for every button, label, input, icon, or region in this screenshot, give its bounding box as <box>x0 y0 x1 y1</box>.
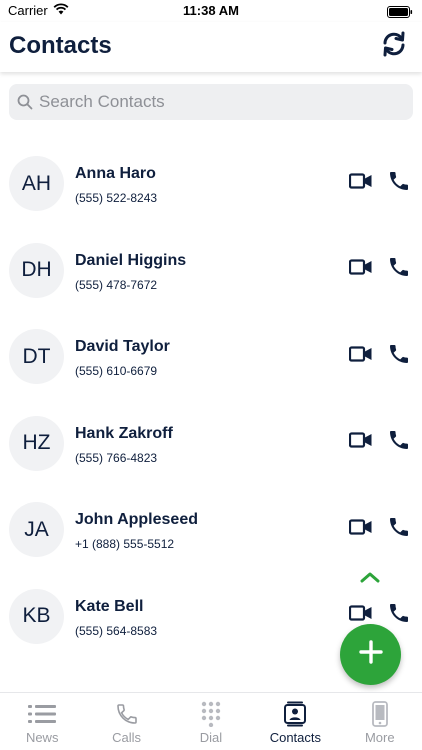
video-icon <box>348 605 373 626</box>
phone-icon <box>387 601 411 630</box>
contact-name: Anna Haro <box>75 165 156 182</box>
tab-label: More <box>364 730 395 745</box>
contact-name: David Taylor <box>75 338 170 355</box>
tab-label: Contacts <box>269 730 322 745</box>
contact-row[interactable]: DH Daniel Higgins (555) 478-7672 <box>0 227 422 314</box>
add-contact-button[interactable] <box>340 624 401 685</box>
video-call-button[interactable] <box>348 259 374 280</box>
tab-more[interactable]: More <box>338 693 422 750</box>
phone-icon <box>115 701 139 727</box>
dialpad-icon <box>201 701 221 727</box>
avatar: DT <box>9 329 64 384</box>
tab-bar: News Calls Dial Contacts More <box>0 692 422 750</box>
tab-contacts[interactable]: Contacts <box>253 693 337 750</box>
status-time: 11:38 AM <box>183 3 239 18</box>
device-icon <box>371 701 388 727</box>
page-title: Contacts <box>9 32 112 59</box>
contact-row[interactable]: JA John Appleseed +1 (888) 555-5512 <box>0 486 422 573</box>
header: Contacts <box>0 22 422 72</box>
news-icon <box>27 701 57 727</box>
video-call-button[interactable] <box>348 518 374 540</box>
avatar: HZ <box>9 415 64 471</box>
avatar: AH <box>9 156 64 211</box>
tab-label: News <box>25 730 59 745</box>
voice-call-button[interactable] <box>386 344 412 368</box>
contact-phone: (555) 564-8583 <box>75 623 158 638</box>
contact-phone: (555) 766-4823 <box>75 450 158 465</box>
contact-name: Daniel Higgins <box>75 251 187 269</box>
tab-news[interactable]: News <box>0 693 84 750</box>
phone-icon <box>387 515 411 544</box>
search-icon <box>17 94 33 110</box>
contacts-icon <box>284 701 307 727</box>
voice-call-button[interactable] <box>386 604 412 628</box>
voice-call-button[interactable] <box>386 258 412 282</box>
contact-row[interactable]: DT David Taylor (555) 610-6679 <box>0 313 422 400</box>
contact-phone: (555) 522-8243 <box>75 191 158 205</box>
video-icon <box>348 518 373 540</box>
chevron-up-icon <box>359 570 381 589</box>
video-icon <box>348 345 373 367</box>
phone-icon <box>387 255 411 284</box>
video-icon <box>348 432 373 453</box>
contact-name: Hank Zakroff <box>75 424 173 442</box>
search-bar[interactable] <box>9 84 413 120</box>
search-input[interactable] <box>39 92 399 112</box>
sync-button[interactable] <box>379 29 409 63</box>
contact-name: Kate Bell <box>75 597 144 615</box>
avatar: JA <box>9 502 64 557</box>
contact-row[interactable]: HZ Hank Zakroff (555) 766-4823 <box>0 400 422 487</box>
tab-label: Dial <box>199 730 223 745</box>
tab-label: Calls <box>112 730 142 745</box>
video-icon <box>348 259 373 280</box>
voice-call-button[interactable] <box>386 171 412 195</box>
phone-icon <box>387 342 411 371</box>
battery-icon <box>387 5 413 23</box>
video-call-button[interactable] <box>348 345 374 367</box>
contact-phone: (555) 610-6679 <box>75 364 158 378</box>
video-icon <box>348 172 373 194</box>
contact-phone: +1 (888) 555-5512 <box>75 537 175 551</box>
tab-calls[interactable]: Calls <box>84 693 168 750</box>
voice-call-button[interactable] <box>386 431 412 455</box>
avatar: KB <box>9 588 64 644</box>
avatar: DH <box>9 242 64 298</box>
plus-icon <box>358 639 384 670</box>
video-call-button[interactable] <box>348 172 374 194</box>
phone-icon <box>387 428 411 457</box>
contact-phone: (555) 478-7672 <box>75 277 158 292</box>
contact-name: John Appleseed <box>75 511 198 528</box>
tab-dial[interactable]: Dial <box>169 693 253 750</box>
sync-icon <box>381 29 407 64</box>
voice-call-button[interactable] <box>386 517 412 541</box>
phone-icon <box>387 169 411 198</box>
video-call-button[interactable] <box>348 605 374 626</box>
status-bar: Carrier 11:38 AM <box>0 0 422 22</box>
video-call-button[interactable] <box>348 432 374 453</box>
contact-row[interactable]: AH Anna Haro (555) 522-8243 <box>0 140 422 227</box>
scroll-to-top-button[interactable] <box>358 571 382 587</box>
